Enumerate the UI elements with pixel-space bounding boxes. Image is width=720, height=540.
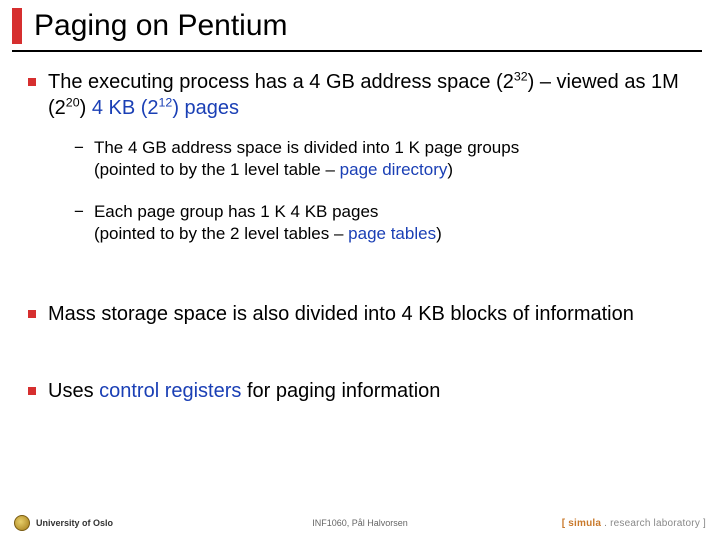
sub-bullet-2: − Each page group has 1 K 4 KB pages (po… <box>74 201 696 245</box>
dash-icon: − <box>74 137 84 159</box>
footer-right: [ simula . research laboratory ] <box>562 518 706 529</box>
seal-icon <box>14 515 30 531</box>
content-area: The executing process has a 4 GB address… <box>0 52 720 405</box>
slide-title: Paging on Pentium <box>34 9 288 43</box>
t: for paging information <box>241 380 440 402</box>
t: (pointed to by the 2 level tables – <box>94 224 348 243</box>
university-label: University of Oslo <box>36 518 113 528</box>
brand-rest: . research laboratory ] <box>601 518 706 529</box>
text-blue: page tables <box>348 224 436 243</box>
text-blue: 4 KB (212) pages <box>92 97 239 119</box>
sub-list-1: − The 4 GB address space is divided into… <box>74 137 696 245</box>
sub-text: Each page group has 1 K 4 KB pages (poin… <box>94 201 442 245</box>
t: The 4 GB address space is divided into 1… <box>94 138 519 157</box>
title-bar: Paging on Pentium <box>12 0 702 52</box>
text-blue: control registers <box>99 380 241 402</box>
sup: 12 <box>159 95 173 109</box>
sup: 32 <box>514 69 528 83</box>
t: ) <box>436 224 442 243</box>
bullet-icon <box>28 78 36 86</box>
text: The executing process has a 4 GB address… <box>48 71 514 93</box>
bullet-icon <box>28 387 36 395</box>
bullet-icon <box>28 310 36 318</box>
text-blue: page directory <box>340 160 448 179</box>
sup: 20 <box>66 95 80 109</box>
bullet-2: Mass storage space is also divided into … <box>28 302 696 328</box>
footer: University of Oslo INF1060, Pål Halvorse… <box>0 512 720 534</box>
brand: simula <box>568 518 601 529</box>
title-accent <box>12 8 22 44</box>
bullet-2-text: Mass storage space is also divided into … <box>48 302 634 328</box>
footer-mid: INF1060, Pål Halvorsen <box>312 518 408 528</box>
footer-left: University of Oslo <box>14 515 113 531</box>
bullet-1: The executing process has a 4 GB address… <box>28 70 696 121</box>
sub-bullet-1: − The 4 GB address space is divided into… <box>74 137 696 181</box>
t: ) <box>447 160 453 179</box>
bullet-3: Uses control registers for paging inform… <box>28 379 696 405</box>
t: Uses <box>48 380 99 402</box>
bullet-3-text: Uses control registers for paging inform… <box>48 379 440 405</box>
text: ) <box>80 97 92 119</box>
t: ) pages <box>172 97 239 119</box>
bullet-1-text: The executing process has a 4 GB address… <box>48 70 696 121</box>
t: 4 KB (2 <box>92 97 159 119</box>
t: (pointed to by the 1 level table – <box>94 160 340 179</box>
sub-text: The 4 GB address space is divided into 1… <box>94 137 519 181</box>
t: Each page group has 1 K 4 KB pages <box>94 202 378 221</box>
dash-icon: − <box>74 201 84 223</box>
